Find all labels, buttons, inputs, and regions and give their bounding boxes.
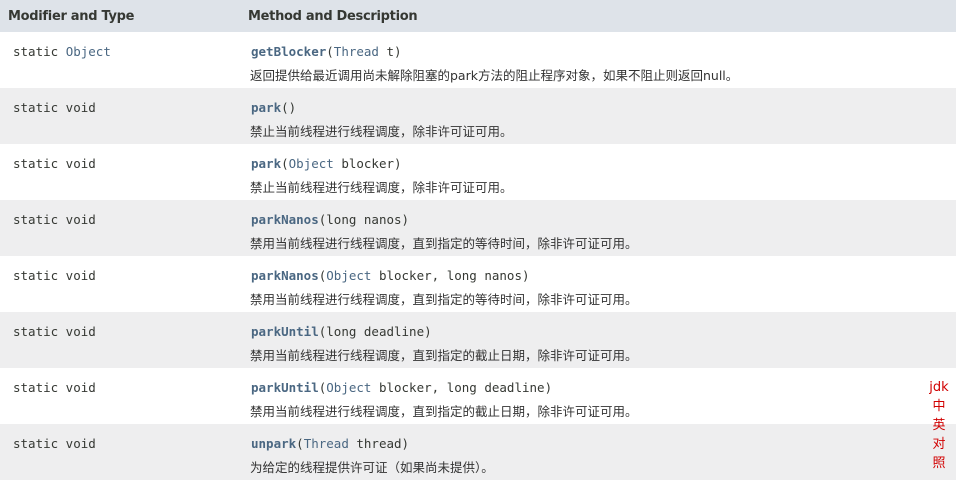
method-signature: parkNanos(Object blocker, long nanos) — [251, 268, 530, 283]
method-description: 禁用当前线程进行线程调度，直到指定的等待时间，除非许可证可用。 — [250, 292, 638, 307]
method-name-link[interactable]: parkUntil — [251, 324, 319, 339]
method-summary-table: Modifier and Type Method and Description… — [0, 0, 956, 484]
return-type-link[interactable]: Object — [66, 44, 111, 59]
method-description: 为给定的线程提供许可证（如果尚未提供）。 — [250, 460, 494, 475]
modifier-text: static void — [13, 436, 96, 451]
side-label-char: 对 — [932, 437, 946, 452]
param-type-link[interactable]: Thread — [334, 44, 379, 59]
side-label-char: jdk — [929, 380, 949, 395]
table-row: static void parkNanos(long nanos) 禁用当前线程进行… — [0, 200, 956, 256]
method-signature: park(Object blocker) — [251, 156, 402, 171]
modifier-type-cell: static void — [13, 100, 96, 115]
param-type-link[interactable]: Object — [326, 268, 371, 283]
param-name: nanos — [363, 212, 402, 227]
method-name-link[interactable]: parkNanos — [251, 212, 319, 227]
modifier-type-cell: static void — [13, 268, 96, 283]
modifier-text: static void — [13, 156, 96, 171]
side-label: jdk 中英对照 — [929, 378, 949, 473]
method-description: 返回提供给最近调用尚未解除阻塞的park方法的阻止程序对象，如果不阻止则返回nu… — [250, 68, 739, 83]
param-type: long — [326, 324, 357, 339]
modifier-text: static void — [13, 380, 96, 395]
modifier-type-cell: static void — [13, 436, 96, 451]
param-type: long — [446, 268, 477, 283]
table-row: static void park(Object blocker) 禁止当前线程进行线… — [0, 144, 956, 200]
side-label-char: 中 — [932, 399, 946, 414]
method-name-link[interactable]: park — [251, 100, 281, 115]
method-signature: park() — [251, 100, 297, 115]
modifier-text: static void — [13, 100, 96, 115]
method-signature: parkNanos(long nanos) — [251, 212, 410, 227]
column-header-modifier-type: Modifier and Type — [8, 9, 135, 24]
modifier-text: static void — [13, 268, 96, 283]
table-row: static void unpark(Thread thread) 为给定的线程提供… — [0, 424, 956, 480]
table-row: static Object getBlocker(Thread t) 返回提供给最近… — [0, 32, 956, 88]
method-description: 禁止当前线程进行线程调度，除非许可证可用。 — [250, 180, 513, 195]
param-name: thread — [356, 436, 402, 451]
param-type-link[interactable]: Object — [289, 156, 334, 171]
param-type-link[interactable]: Thread — [304, 436, 349, 451]
modifier-type-cell: static void — [13, 212, 96, 227]
method-description: 禁用当前线程进行线程调度，直到指定的截止日期，除非许可证可用。 — [250, 348, 638, 363]
method-description: 禁用当前线程进行线程调度，直到指定的等待时间，除非许可证可用。 — [250, 236, 638, 251]
param-name: blocker — [378, 380, 432, 395]
modifier-type-cell: static void — [13, 324, 96, 339]
method-name-link[interactable]: park — [251, 156, 281, 171]
param-type-link[interactable]: Object — [326, 380, 371, 395]
modifier-type-cell: static Object — [13, 44, 111, 59]
table-body: static Object getBlocker(Thread t) 返回提供给最近… — [0, 32, 956, 480]
param-name: t — [386, 44, 395, 59]
param-type: long — [326, 212, 357, 227]
param-name: blocker — [341, 156, 395, 171]
param-name: blocker — [378, 268, 432, 283]
modifier-text: static void — [13, 324, 96, 339]
method-signature: parkUntil(long deadline) — [251, 324, 432, 339]
table-row: static void parkUntil(Object blocker, lon… — [0, 368, 956, 424]
method-signature: getBlocker(Thread t) — [251, 44, 402, 59]
param-name: deadline — [363, 324, 425, 339]
method-description: 禁用当前线程进行线程调度，直到指定的截止日期，除非许可证可用。 — [250, 404, 638, 419]
column-header-method-description: Method and Description — [248, 9, 418, 24]
param-name: deadline — [484, 380, 545, 395]
modifier-type-cell: static void — [13, 380, 96, 395]
method-name-link[interactable]: getBlocker — [251, 44, 326, 59]
method-name-link[interactable]: parkNanos — [251, 268, 319, 283]
method-name-link[interactable]: parkUntil — [251, 380, 319, 395]
table-row: static void parkNanos(Object blocker, lon… — [0, 256, 956, 312]
modifier-type-cell: static void — [13, 156, 96, 171]
table-header: Modifier and Type Method and Description — [0, 0, 956, 32]
method-name-link[interactable]: unpark — [251, 436, 296, 451]
method-signature: parkUntil(Object blocker, long deadline) — [251, 380, 553, 395]
modifier-text: static — [13, 44, 66, 59]
param-type: long — [446, 380, 477, 395]
side-label-char: 照 — [932, 456, 946, 471]
table-row: static void parkUntil(long deadline) 禁用当前线… — [0, 312, 956, 368]
method-signature: unpark(Thread thread) — [251, 436, 410, 451]
table-row: static void park() 禁止当前线程进行线程调度，除非许可证可用。 — [0, 88, 956, 144]
side-label-char: 英 — [932, 418, 946, 433]
param-name: nanos — [484, 268, 522, 283]
modifier-text: static void — [13, 212, 96, 227]
method-description: 禁止当前线程进行线程调度，除非许可证可用。 — [250, 124, 513, 139]
